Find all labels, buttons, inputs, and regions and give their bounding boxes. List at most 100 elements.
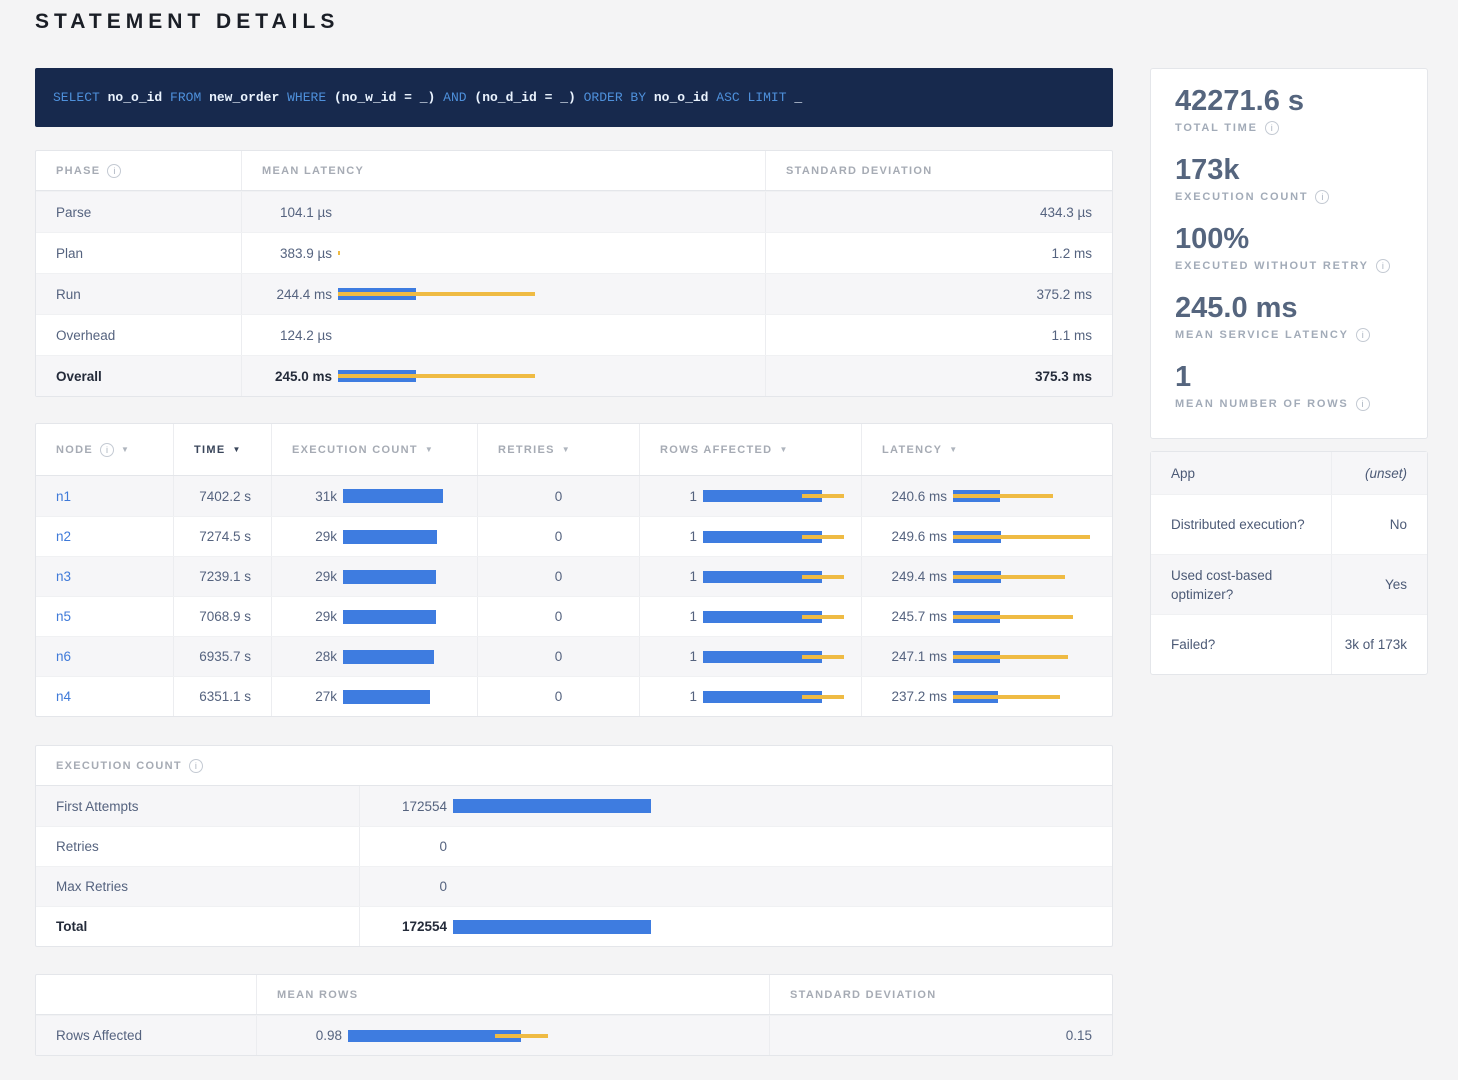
stat-label: MEAN SERVICE LATENCY i xyxy=(1175,328,1403,342)
info-icon[interactable]: i xyxy=(107,164,121,178)
execution-count-table: EXECUTION COUNT i First Attempts 172554 Re… xyxy=(35,745,1113,947)
node-link[interactable]: n5 xyxy=(56,609,71,624)
latency-value: 249.4 ms xyxy=(882,569,947,584)
count-value: 172554 xyxy=(380,799,447,814)
rows-affected-cell: 1 xyxy=(639,677,861,716)
execution-count-value: 27k xyxy=(292,689,337,704)
column-header-standard-deviation[interactable]: STANDARD DEVIATION xyxy=(765,151,1112,190)
sort-down-icon: ▼ xyxy=(121,445,130,454)
column-header-execution-count[interactable]: EXECUTION COUNT ▼ xyxy=(271,424,477,475)
info-icon[interactable]: i xyxy=(189,759,203,773)
mean-latency-cell: 245.0 ms xyxy=(241,356,765,396)
info-icon[interactable]: i xyxy=(1356,397,1370,411)
node-link[interactable]: n2 xyxy=(56,529,71,544)
column-header-label: STANDARD DEVIATION xyxy=(790,989,936,1001)
column-header-time[interactable]: TIME ▼ xyxy=(173,424,271,475)
rows-affected-bar xyxy=(703,570,841,584)
phase-label: Parse xyxy=(36,192,241,232)
info-icon[interactable]: i xyxy=(100,443,114,457)
rows-affected-value: 1 xyxy=(660,489,697,504)
sql-keyword: AND xyxy=(443,90,466,105)
row-label: First Attempts xyxy=(36,786,359,826)
node-table-row: n46351.1 s27k01237.2 ms xyxy=(36,676,1112,716)
column-header-mean-latency[interactable]: MEAN LATENCY xyxy=(241,151,765,190)
stddev-bar xyxy=(338,292,535,296)
sql-keyword: FROM xyxy=(170,90,201,105)
execution-count-bar xyxy=(343,650,457,664)
column-header-label: RETRIES xyxy=(498,444,555,456)
count-cell: 172554 xyxy=(359,907,1112,946)
execution-count-header: EXECUTION COUNT i xyxy=(36,746,1112,785)
stat-label: EXECUTED WITHOUT RETRY i xyxy=(1175,259,1403,273)
execution-count-row: Retries0 xyxy=(36,826,1112,866)
sql-statement: SELECT no_o_id FROM new_order WHERE (no_… xyxy=(53,90,802,105)
retries-value: 0 xyxy=(477,597,639,636)
execution-count-value: 29k xyxy=(292,529,337,544)
latency-bar xyxy=(338,287,745,301)
stddev-value: 434.3 µs xyxy=(765,192,1112,232)
column-header-phase[interactable]: PHASE i xyxy=(36,151,241,190)
stat-executed-without-retry: 100% EXECUTED WITHOUT RETRY i xyxy=(1175,223,1403,273)
stat-label-text: TOTAL TIME xyxy=(1175,122,1258,134)
count-cell: 0 xyxy=(359,827,1112,866)
stat-value: 245.0 ms xyxy=(1175,292,1403,325)
mean-latency-value: 245.0 ms xyxy=(262,369,332,384)
time-value: 7239.1 s xyxy=(173,557,271,596)
info-icon[interactable]: i xyxy=(1265,121,1279,135)
rows-affected-bar xyxy=(703,530,841,544)
mean-latency-value: 244.4 ms xyxy=(262,287,332,302)
latency-value: 249.6 ms xyxy=(882,529,947,544)
column-header-node[interactable]: NODE i ▼ xyxy=(36,424,173,475)
info-icon[interactable]: i xyxy=(1356,328,1370,342)
page-title: STATEMENT DETAILS xyxy=(35,10,1428,34)
stddev-value: 1.2 ms xyxy=(765,233,1112,273)
node-link[interactable]: n3 xyxy=(56,569,71,584)
info-icon[interactable]: i xyxy=(1315,190,1329,204)
sql-box: SELECT no_o_id FROM new_order WHERE (no_… xyxy=(35,68,1113,127)
column-header-latency[interactable]: LATENCY ▼ xyxy=(861,424,1112,475)
execution-count-row: First Attempts 172554 xyxy=(36,786,1112,826)
latency-bar xyxy=(338,246,745,260)
rows-affected-cell: 1 xyxy=(639,517,861,556)
sql-keyword: ORDER BY xyxy=(584,90,646,105)
latency-cell: 247.1 ms xyxy=(861,637,1112,676)
column-header-blank xyxy=(36,975,256,1014)
phase-label: Run xyxy=(36,274,241,314)
column-header-standard-deviation[interactable]: STANDARD DEVIATION xyxy=(769,975,1112,1014)
count-bar xyxy=(453,799,1092,813)
statement-details-page: STATEMENT DETAILS SELECT no_o_id FROM ne… xyxy=(0,0,1458,1080)
phase-label: Plan xyxy=(36,233,241,273)
latency-bar xyxy=(953,650,1092,664)
info-icon[interactable]: i xyxy=(1376,259,1390,273)
sql-keyword: ASC LIMIT xyxy=(716,90,786,105)
sort-down-icon: ▼ xyxy=(562,445,571,454)
column-header-rows-affected[interactable]: ROWS AFFECTED ▼ xyxy=(639,424,861,475)
column-header-mean-rows[interactable]: MEAN ROWS xyxy=(256,975,769,1014)
column-header-retries[interactable]: RETRIES ▼ xyxy=(477,424,639,475)
column-header-label: MEAN LATENCY xyxy=(262,165,364,177)
stat-mean-service-latency: 245.0 ms MEAN SERVICE LATENCY i xyxy=(1175,292,1403,342)
node-link[interactable]: n1 xyxy=(56,489,71,504)
node-link[interactable]: n6 xyxy=(56,649,71,664)
latency-bar xyxy=(953,570,1092,584)
sort-down-icon: ▼ xyxy=(779,445,788,454)
node-link[interactable]: n4 xyxy=(56,689,71,704)
app-row-label: Distributed execution? xyxy=(1151,495,1331,554)
column-header-label: ROWS AFFECTED xyxy=(660,444,772,456)
stddev-bar xyxy=(338,251,340,255)
count-value: 0 xyxy=(380,879,447,894)
retries-value: 0 xyxy=(477,557,639,596)
rows-affected-row: Rows Affected 0.98 0.15 xyxy=(36,1015,1112,1055)
rows-affected-bar xyxy=(703,610,841,624)
phase-row-run: Run 244.4 ms 375.2 ms xyxy=(36,273,1112,314)
latency-bar xyxy=(338,328,745,342)
app-row-label: App xyxy=(1151,452,1331,494)
count-bar xyxy=(453,880,1092,894)
app-row-value: Yes xyxy=(1331,555,1427,614)
execution-count-value: 29k xyxy=(292,609,337,624)
stddev-bar xyxy=(338,374,535,378)
count-value: 172554 xyxy=(380,919,447,934)
mean-rows-value: 0.98 xyxy=(277,1028,342,1043)
sql-identifier: (no_d_id = _) xyxy=(474,90,575,105)
retries-value: 0 xyxy=(477,637,639,676)
